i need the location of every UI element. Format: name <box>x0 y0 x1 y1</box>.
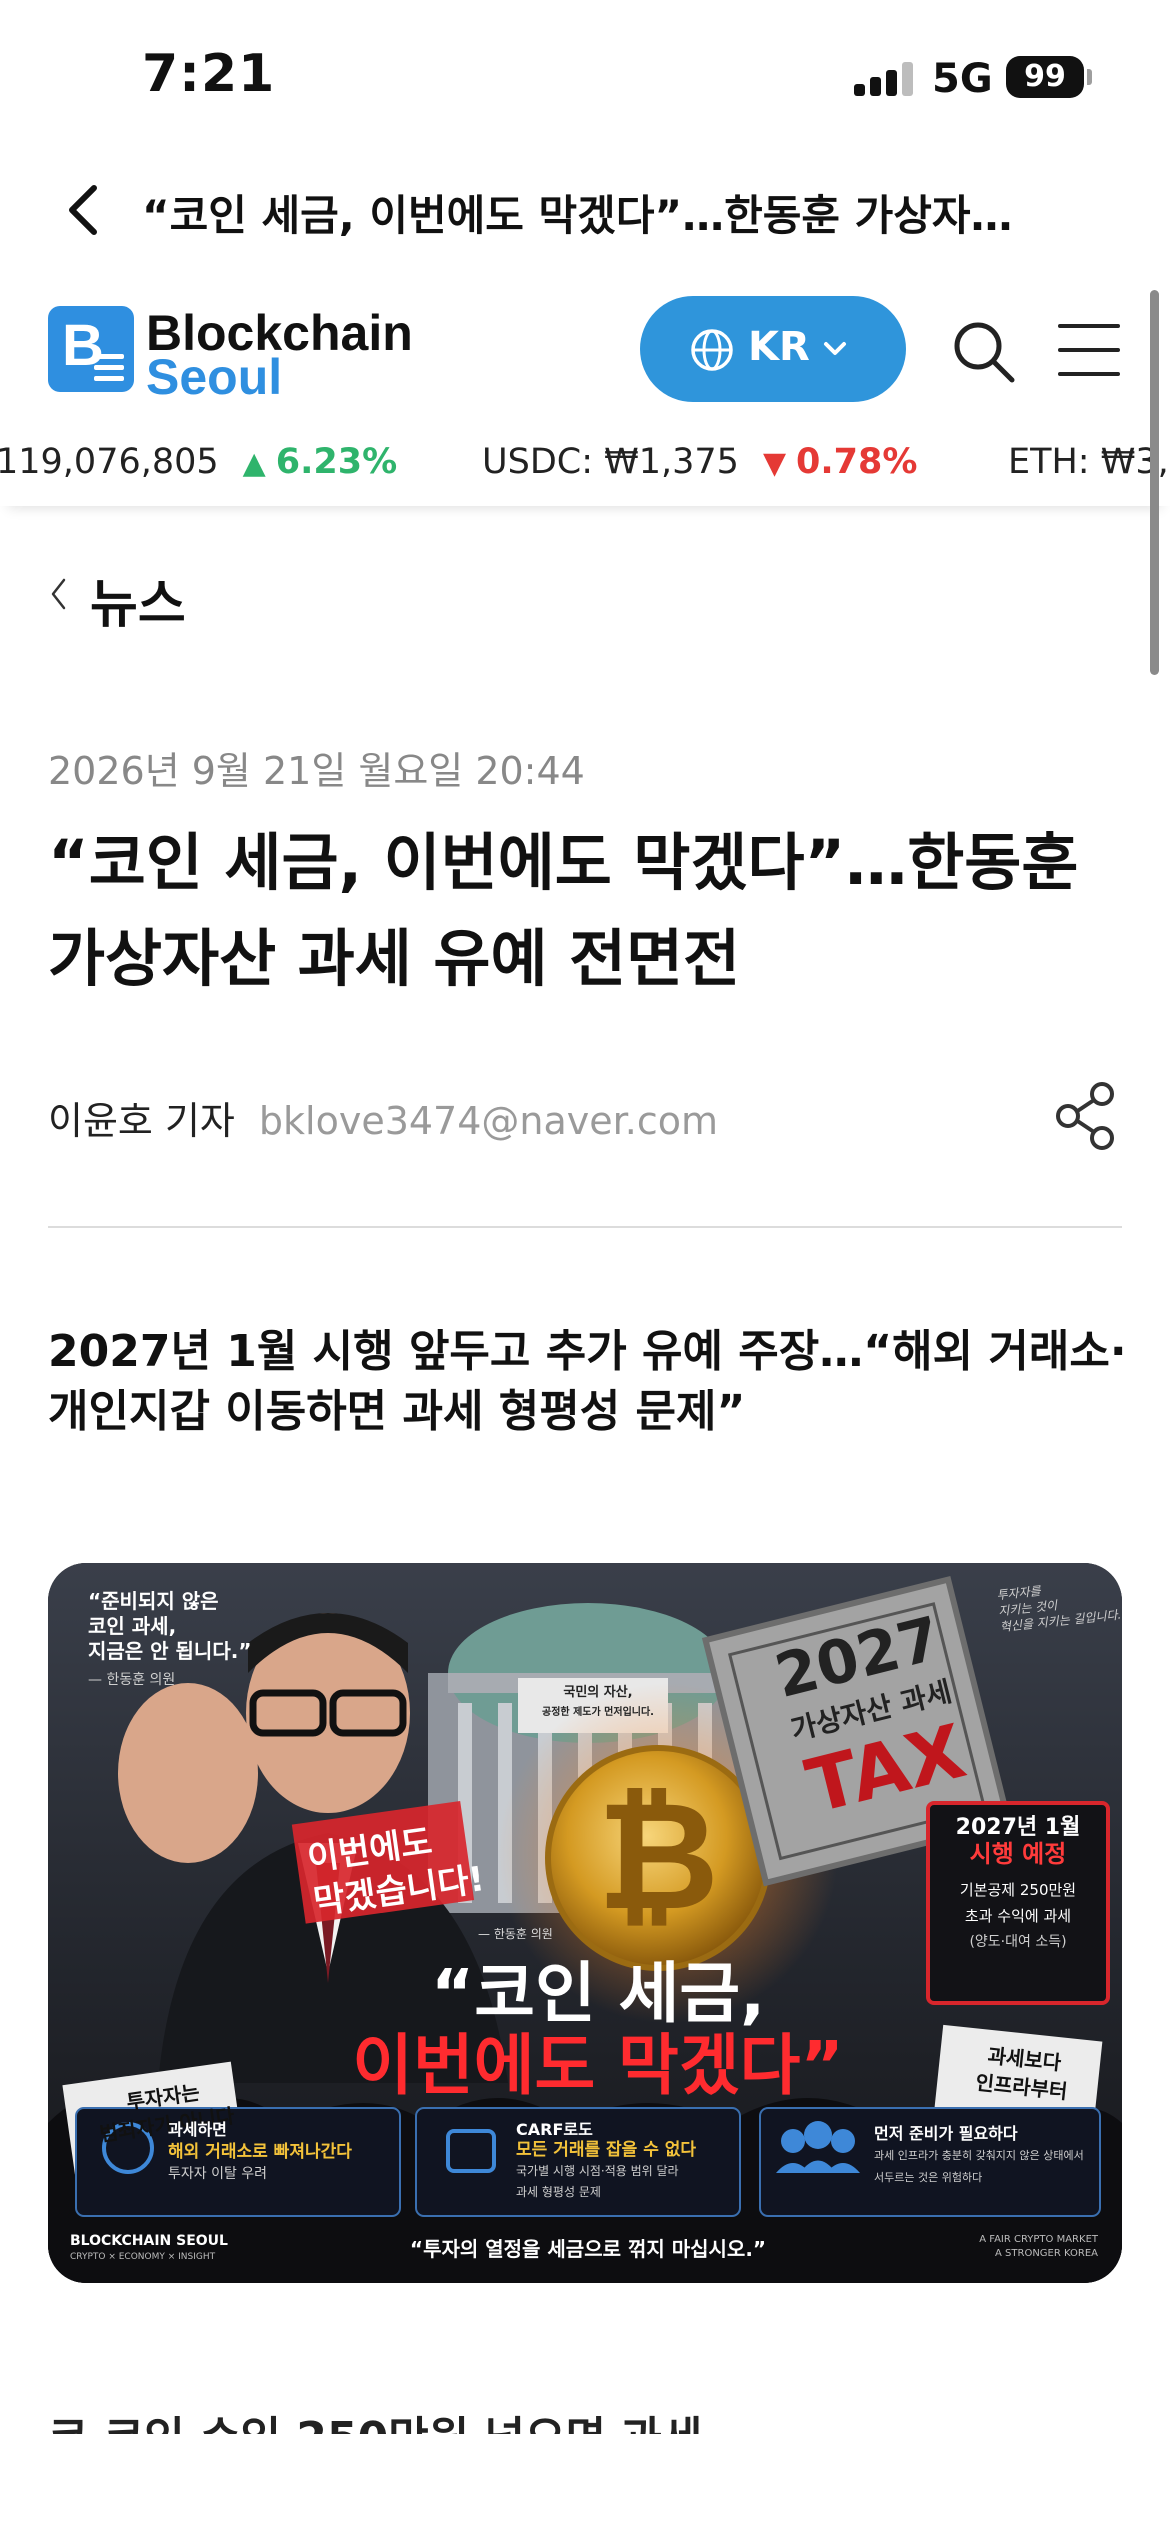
section-label: 뉴스 <box>90 575 186 635</box>
battery-tip <box>1087 69 1092 85</box>
ticker-item: 119,076,805 ▲ 6.23% <box>0 442 398 482</box>
ticker-item: USDC: ₩1,375 ▼ 0.78% <box>482 442 918 482</box>
subtitle-line: 2027년 1월 시행 앞두고 추가 유예 주장…“해외 거래소· <box>48 1326 1127 1377</box>
article-hero-image[interactable]: ₿ “준비되지 않은 코인 과세, 지금은 안 됩니다.” — 한동훈 의원 국… <box>48 1563 1122 2283</box>
hero-card-3: 먼저 준비가 필요하다 과세 인프라가 충분히 갖춰지지 않은 상태에서 서두르… <box>874 2124 1084 2184</box>
subtitle-line: 개인지갑 이동하면 과세 형평성 문제” <box>48 1386 746 1437</box>
up-arrow-icon: ▲ <box>242 446 266 481</box>
chevron-down-icon <box>824 342 846 355</box>
globe-icon <box>691 329 733 371</box>
byline: 이윤호 기자 bklove3474@naver.com <box>48 1090 718 1145</box>
article-title-line: “코인 세금, 이번에도 막겠다”…한동훈 <box>48 826 1079 899</box>
cellular-signal-icon <box>854 62 914 96</box>
search-icon[interactable] <box>948 316 1020 388</box>
svg-text:₿: ₿ <box>597 1770 719 1944</box>
price-ticker: 119,076,805 ▲ 6.23% USDC: ₩1,375 ▼ 0.78% ETH… <box>0 430 1170 506</box>
logo-mark: B <box>48 306 134 392</box>
author-name: 이윤호 기자 <box>48 1099 235 1143</box>
site-header: B Blockchain Seoul KR <box>0 280 1170 420</box>
article-body-peek: 코 코인 수익 250만원 넘으면 과세 <box>48 2412 1122 2434</box>
language-selector-button[interactable]: KR <box>640 296 906 402</box>
share-icon[interactable] <box>1050 1080 1120 1152</box>
author-email[interactable]: bklove3474@naver.com <box>259 1099 718 1143</box>
network-type: 5G <box>932 56 993 102</box>
chevron-left-icon <box>51 578 66 610</box>
article-title-line: 가상자산 과세 유예 전면전 <box>48 922 741 995</box>
hero-info-box: 2027년 1월 시행 예정 기본공제 250만원 초과 수익에 과세 (양도·… <box>955 1815 1081 1950</box>
down-arrow-icon: ▼ <box>762 446 787 481</box>
hero-quote: “준비되지 않은 코인 과세, 지금은 안 됩니다.” — 한동훈 의원 <box>88 1589 252 1688</box>
language-label: KR <box>748 324 810 370</box>
battery-icon: 99 <box>1006 56 1084 98</box>
hero-callout-attrib: — 한동훈 의원 <box>478 1927 553 1941</box>
hamburger-menu-icon[interactable] <box>1058 324 1120 380</box>
article-title: “코인 세금, 이번에도 막겠다”…한동훈 가상자산 과세 유예 전면전 <box>48 815 1128 1007</box>
back-arrow-icon[interactable] <box>56 180 116 240</box>
article-subtitle: 2027년 1월 시행 앞두고 추가 유예 주장…“해외 거래소· 개인지갑 이… <box>48 1322 1138 1442</box>
hero-footer-brand: BLOCKCHAIN SEOUL CRYPTO × ECONOMY × INSI… <box>70 2233 228 2262</box>
article-date: 2026년 9월 21일 월요일 20:44 <box>48 749 585 793</box>
page-scrollbar[interactable] <box>1150 290 1159 675</box>
hero-footer-quote: “투자의 열정을 세금으로 꺾지 마십시오.” <box>409 2237 767 2261</box>
status-time: 7:21 <box>142 44 276 104</box>
hero-card-1: 과세하면 해외 거래소로 빠져나간다 투자자 이탈 우려 <box>168 2120 352 2182</box>
hero-headline: “코인 세금, 이번에도 막겠다” <box>352 1955 844 2104</box>
hero-footer-right: A FAIR CRYPTO MARKET A STRONGER KOREA <box>979 2234 1098 2259</box>
hero-banner: 국민의 자산, 공정한 제도가 먼저입니다. <box>542 1685 654 1718</box>
page-title: “코인 세금, 이번에도 막겠다”…한동훈 가상자… <box>142 191 1013 240</box>
status-bar: 7:21 5G 99 <box>0 0 1170 150</box>
logo-text-seoul: Seoul <box>146 349 283 405</box>
hero-card-2: CARF로도 모든 거래를 잡을 수 없다 국가별 시행 시점·적용 범위 달라… <box>516 2120 697 2199</box>
divider <box>48 1226 1122 1228</box>
browser-title-bar: “코인 세금, 이번에도 막겠다”…한동훈 가상자… <box>0 150 1170 270</box>
ticker-item: ETH: ₩3,8 <box>1008 442 1170 482</box>
